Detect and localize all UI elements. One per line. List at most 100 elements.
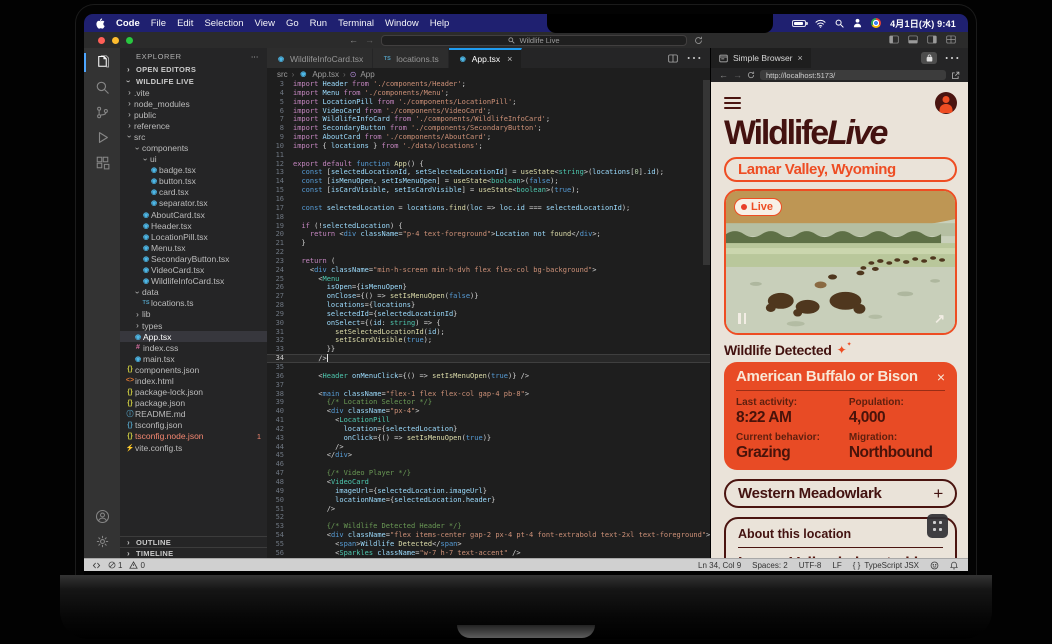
code-line[interactable]: 38 <main className="flex-1 flex flex-col…: [267, 390, 710, 399]
tree-item-badge-tsx[interactable]: ◉badge.tsx: [120, 165, 267, 176]
tree-item-card-tsx[interactable]: ◉card.tsx: [120, 187, 267, 198]
panel-tab-close-icon[interactable]: ×: [798, 53, 803, 63]
code-line[interactable]: 5import LocationPill from './components/…: [267, 98, 710, 107]
tree-item-types[interactable]: ›types: [120, 320, 267, 331]
open-external-icon[interactable]: [951, 71, 960, 80]
feedback-icon[interactable]: [930, 561, 939, 570]
code-line[interactable]: 11: [267, 151, 710, 160]
apple-menu-icon[interactable]: [96, 18, 105, 29]
tree-item-index-html[interactable]: <>index.html: [120, 375, 267, 386]
code-line[interactable]: 54 <div className="flex items-center gap…: [267, 531, 710, 540]
breadcrumb-file[interactable]: App.tsx: [312, 70, 339, 79]
tree-item-button-tsx[interactable]: ◉button.tsx: [120, 176, 267, 187]
tree-item-wildlifeinfocard-tsx[interactable]: ◉WildlifeInfoCard.tsx: [120, 276, 267, 287]
code-line[interactable]: 21 }: [267, 239, 710, 248]
code-line[interactable]: 6import VideoCard from './components/Vid…: [267, 107, 710, 116]
code-line[interactable]: 49 imageUrl={selectedLocation.imageUrl}: [267, 487, 710, 496]
toggle-sidebar-icon[interactable]: [889, 35, 899, 44]
code-line[interactable]: 12export default function App() {: [267, 160, 710, 169]
nav-forward-icon[interactable]: →: [365, 36, 374, 45]
code-line[interactable]: 9import AboutCard from './components/Abo…: [267, 133, 710, 142]
code-editor[interactable]: 3import Header from './components/Header…: [267, 80, 710, 558]
editor-tab-locations-ts[interactable]: TSlocations.ts: [373, 48, 449, 68]
panel-more-icon[interactable]: ⋯: [944, 48, 960, 68]
tree-item-menu-tsx[interactable]: ◉Menu.tsx: [120, 242, 267, 253]
tree-item-vite-config-ts[interactable]: ⚡vite.config.ts: [120, 442, 267, 453]
code-line[interactable]: 17 const selectedLocation = locations.fi…: [267, 204, 710, 213]
cursor-position[interactable]: Ln 34, Col 9: [698, 561, 741, 570]
source-control-icon[interactable]: [84, 100, 120, 125]
tree-item-app-tsx[interactable]: ◉App.tsx: [120, 331, 267, 342]
breadcrumb-src[interactable]: src: [277, 70, 288, 79]
tree-item-src[interactable]: ›src: [120, 131, 267, 142]
tree-item-components-json[interactable]: {}components.json: [120, 364, 267, 375]
explorer-icon[interactable]: [84, 50, 120, 75]
browser-forward-icon[interactable]: →: [733, 70, 742, 80]
code-line[interactable]: 55 <span>Wildlife Detected</span>: [267, 540, 710, 549]
open-editors-section[interactable]: ›OPEN EDITORS: [120, 63, 267, 75]
sidebar-section-timeline[interactable]: ›TIMELINE: [120, 547, 267, 558]
code-line[interactable]: 30 onSelect={(id: string) => {: [267, 319, 710, 328]
scroll-handle[interactable]: [927, 514, 948, 538]
code-line[interactable]: 40 <div className="px-4">: [267, 407, 710, 416]
tree-item-data[interactable]: ›data: [120, 287, 267, 298]
menu-item-app[interactable]: Code: [116, 18, 140, 29]
tree-item-vite[interactable]: ›.vite: [120, 87, 267, 98]
explorer-more-icon[interactable]: ⋯: [251, 52, 259, 61]
code-line[interactable]: 53 {/* Wildlife Detected Header */}: [267, 522, 710, 531]
tree-item-locationpill-tsx[interactable]: ◉LocationPill.tsx: [120, 231, 267, 242]
command-center-search[interactable]: Wildlife Live: [381, 35, 687, 46]
editor-tab-app-tsx[interactable]: ◉App.tsx×: [449, 48, 523, 68]
code-line[interactable]: 31 setSelectedLocationId(id);: [267, 328, 710, 337]
tree-item-tsconfig-json[interactable]: {}tsconfig.json: [120, 420, 267, 431]
editor-tab-wildlifeinfocard-tsx[interactable]: ◉WildlifeInfoCard.tsx: [267, 48, 373, 68]
tree-item-reference[interactable]: ›reference: [120, 120, 267, 131]
menu-item-help[interactable]: Help: [430, 18, 450, 29]
refresh-layout-icon[interactable]: [694, 36, 703, 45]
code-line[interactable]: 39 {/* Location Selector */}: [267, 398, 710, 407]
code-line[interactable]: 45 </div>: [267, 451, 710, 460]
code-line[interactable]: 41 <LocationPill: [267, 416, 710, 425]
menu-item-file[interactable]: File: [151, 18, 166, 29]
menu-item-edit[interactable]: Edit: [177, 18, 193, 29]
fullscreen-icon[interactable]: ↗: [934, 311, 945, 327]
code-line[interactable]: 42 location={selectedLocation}: [267, 425, 710, 434]
url-input[interactable]: http://localhost:5173/: [760, 70, 946, 80]
traffic-zoom-button[interactable]: [126, 37, 133, 44]
code-line[interactable]: 27 onClose={() => setIsMenuOpen(false)}: [267, 292, 710, 301]
code-line[interactable]: 3import Header from './components/Header…: [267, 80, 710, 89]
code-line[interactable]: 36 <Header onMenuClick={() => setIsMenuO…: [267, 372, 710, 381]
live-video-card[interactable]: Live ↗: [724, 189, 957, 335]
code-line[interactable]: 7import WildlifeInfoCard from './compone…: [267, 115, 710, 124]
code-line[interactable]: 56 <Sparkles className="w-7 h-7 text-acc…: [267, 549, 710, 558]
indentation-setting[interactable]: Spaces: 2: [752, 561, 788, 570]
code-line[interactable]: 19 if (!selectedLocation) {: [267, 222, 710, 231]
code-line[interactable]: 43 onClick={() => setIsMenuOpen(true)}: [267, 434, 710, 443]
language-mode[interactable]: { }TypeScript JSX: [853, 561, 919, 570]
hamburger-menu-icon[interactable]: [724, 94, 741, 112]
code-line[interactable]: 15 const [isCardVisible, setIsCardVisibl…: [267, 186, 710, 195]
tree-item-separator-tsx[interactable]: ◉separator.tsx: [120, 198, 267, 209]
code-line[interactable]: 10import { locations } from './data/loca…: [267, 142, 710, 151]
code-line[interactable]: 23 return (: [267, 257, 710, 266]
code-line[interactable]: 28 locations={locations}: [267, 301, 710, 310]
lock-icon[interactable]: [921, 52, 937, 64]
menu-item-go[interactable]: Go: [286, 18, 299, 29]
secondary-species-button[interactable]: Western Meadowlark +: [724, 479, 957, 508]
menu-item-window[interactable]: Window: [385, 18, 419, 29]
tree-item-package-json[interactable]: {}package.json: [120, 398, 267, 409]
info-card-close-icon[interactable]: ×: [937, 370, 945, 384]
toggle-secondary-sidebar-icon[interactable]: [927, 35, 937, 44]
tree-item-header-tsx[interactable]: ◉Header.tsx: [120, 220, 267, 231]
tree-item-locations-ts[interactable]: TSlocations.ts: [120, 298, 267, 309]
extensions-icon[interactable]: [84, 150, 120, 175]
breadcrumb-symbol[interactable]: App: [360, 70, 374, 79]
search-icon[interactable]: [84, 75, 120, 100]
menu-item-run[interactable]: Run: [310, 18, 327, 29]
code-line[interactable]: 14 const [isMenuOpen, setIsMenuOpen] = u…: [267, 177, 710, 186]
code-line[interactable]: 26 isOpen={isMenuOpen}: [267, 283, 710, 292]
tree-item-tsconfig-node-json[interactable]: {}tsconfig.node.json1: [120, 431, 267, 442]
tree-item-package-lock-json[interactable]: {}package-lock.json: [120, 387, 267, 398]
code-line[interactable]: 51 />: [267, 505, 710, 514]
run-debug-icon[interactable]: [84, 125, 120, 150]
